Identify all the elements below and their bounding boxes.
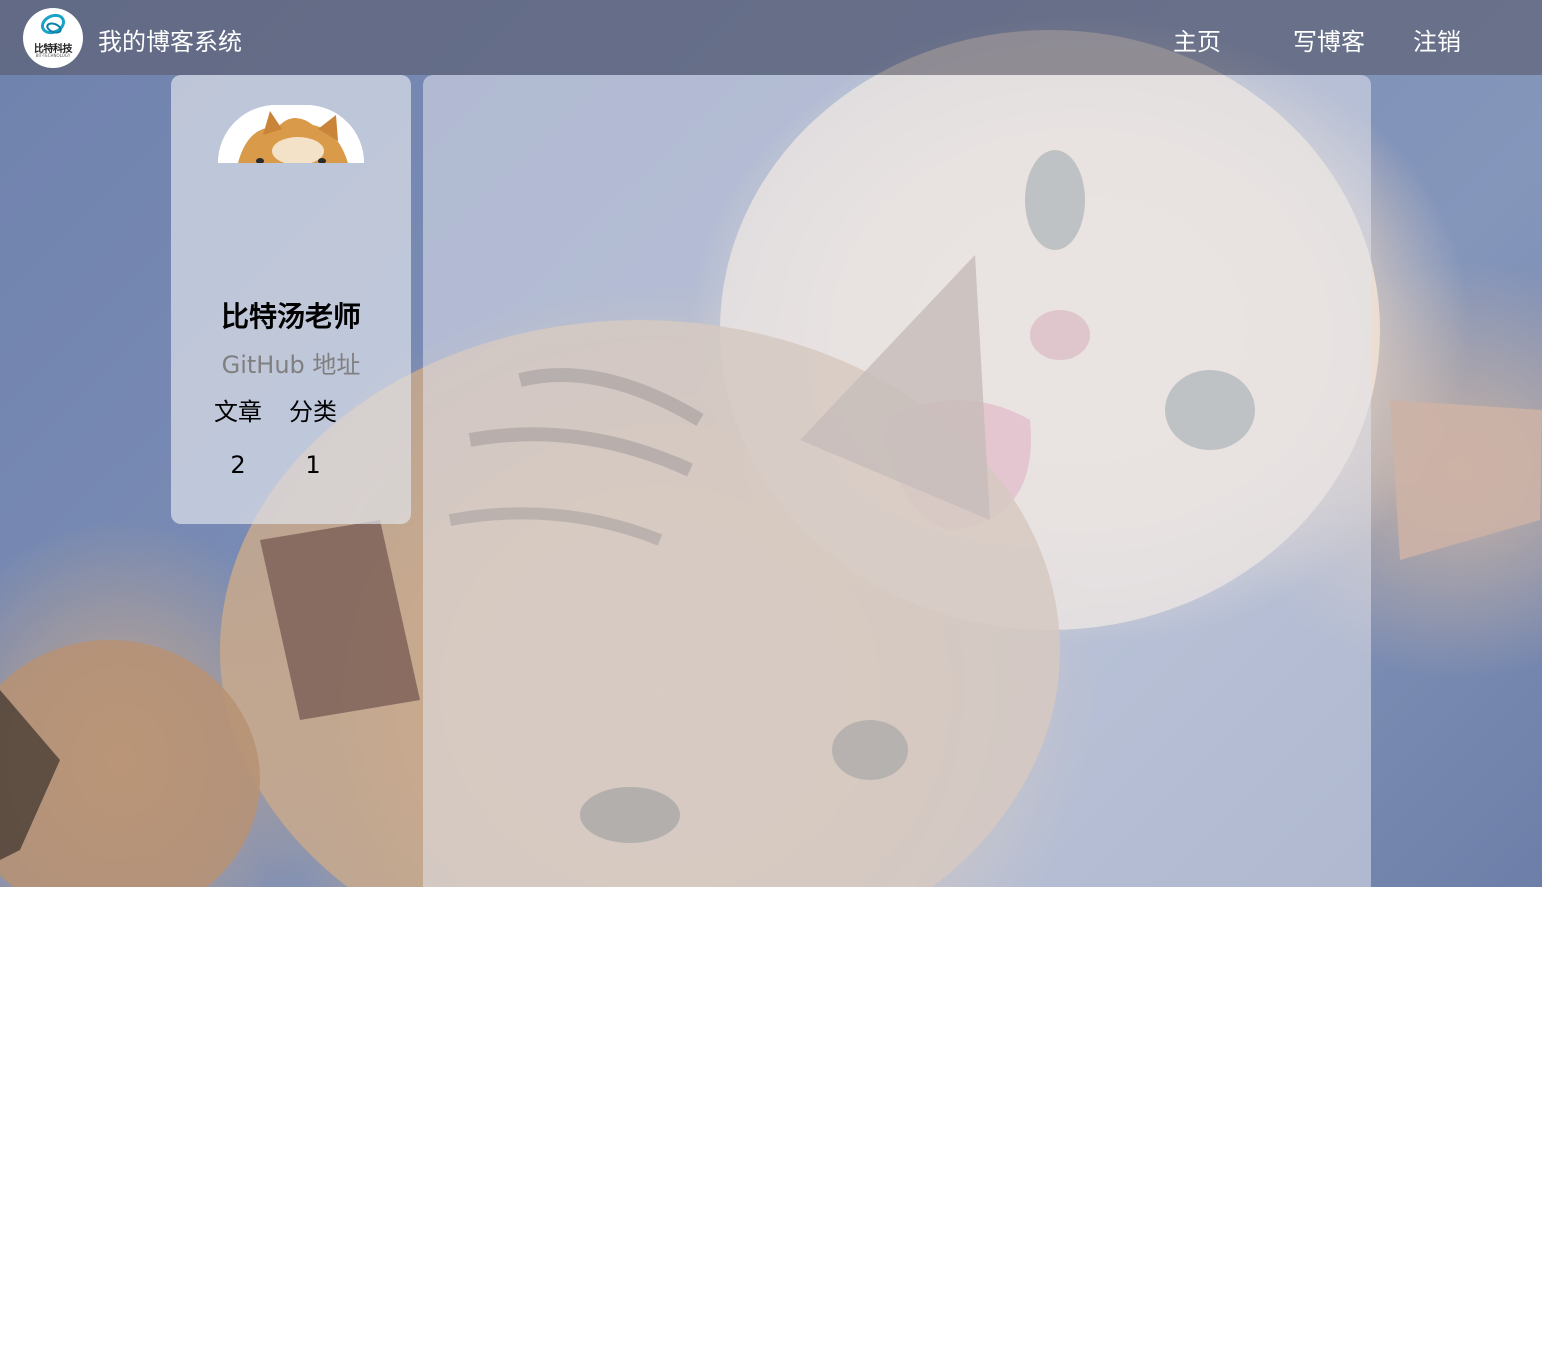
logo-mark [40, 13, 66, 35]
bit-technology-logo-icon[interactable]: 比特科技 BIT-TECHNOLOGY [23, 8, 83, 68]
avatar-image [218, 105, 364, 163]
shiba-avatar-icon [218, 105, 364, 163]
articles-label: 文章 [214, 398, 262, 426]
categories-label: 分类 [289, 398, 337, 426]
profile-username: 比特汤老师 [220, 300, 361, 333]
profile-card: 比特汤老师 GitHub 地址 文章 分类 2 1 [171, 75, 411, 524]
categories-count: 1 [305, 451, 321, 479]
logo-subtext: BIT-TECHNOLOGY [35, 53, 71, 58]
github-link[interactable]: GitHub 地址 [171, 345, 411, 380]
site-title: 我的博客系统 [98, 28, 242, 56]
articles-count: 2 [230, 451, 246, 479]
nav-link-logout[interactable]: 注销 [1413, 22, 1461, 57]
top-nav-bar: 比特科技 BIT-TECHNOLOGY 我的博客系统 主页 写博客 注销 [0, 0, 1542, 75]
blog-list-panel [423, 75, 1371, 887]
nav-link-home[interactable]: 主页 [1173, 22, 1221, 57]
nav-link-write-blog[interactable]: 写博客 [1293, 22, 1365, 57]
